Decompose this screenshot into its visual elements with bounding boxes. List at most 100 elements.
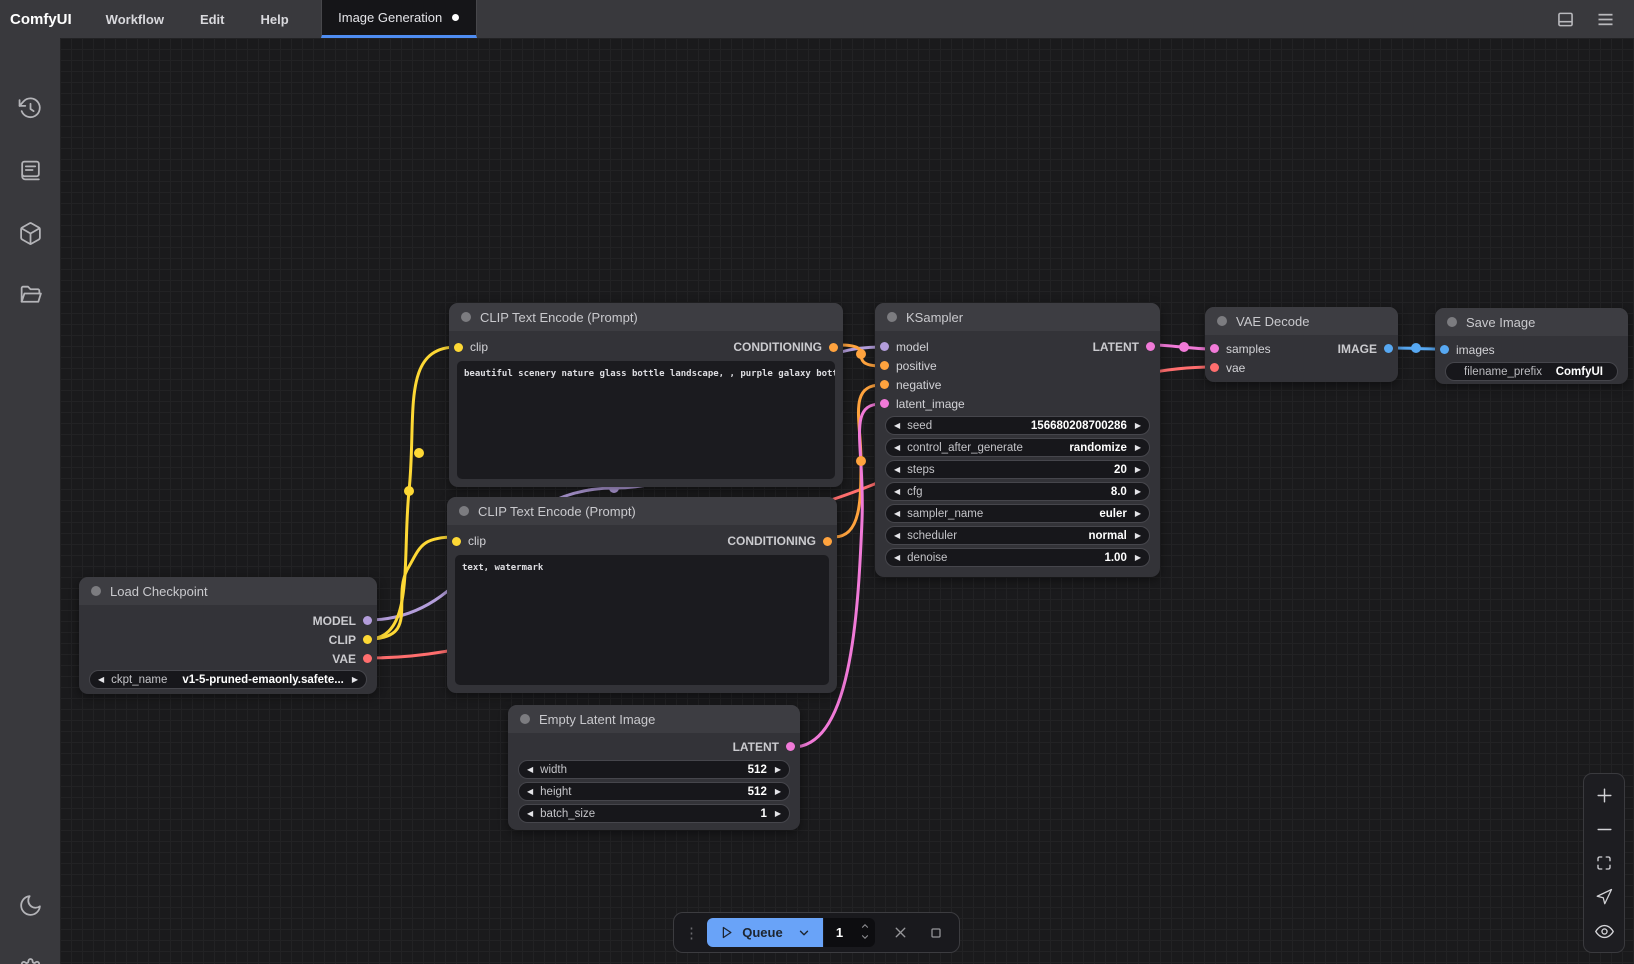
node-title-bar[interactable]: Save Image [1435, 308, 1628, 336]
decrement-arrow-icon[interactable]: ◀ [894, 554, 900, 562]
node-title-bar[interactable]: Empty Latent Image [508, 705, 800, 733]
widget-sampler-name[interactable]: ◀ sampler_name euler ▶ [885, 504, 1150, 523]
widget-scheduler[interactable]: ◀ scheduler normal ▶ [885, 526, 1150, 545]
node-graph-canvas[interactable] [60, 38, 1634, 964]
output-port-conditioning[interactable] [823, 537, 832, 546]
settings-gear-icon[interactable] [10, 950, 50, 964]
output-port-latent[interactable] [786, 742, 795, 751]
decrement-arrow-icon[interactable]: ◀ [894, 532, 900, 540]
batch-count-field[interactable] [824, 918, 875, 947]
output-port-conditioning[interactable] [829, 343, 838, 352]
widget-denoise[interactable]: ◀ denoise 1.00 ▶ [885, 548, 1150, 567]
output-port-model[interactable] [363, 616, 372, 625]
decrement-arrow-icon[interactable]: ◀ [894, 510, 900, 518]
theme-moon-icon[interactable] [10, 885, 50, 925]
input-port-images[interactable] [1440, 345, 1449, 354]
decrement-arrow-icon[interactable]: ◀ [527, 788, 533, 796]
collapse-dot-icon[interactable] [1217, 316, 1227, 326]
output-port-clip[interactable] [363, 635, 372, 644]
increment-arrow-icon[interactable]: ▶ [775, 766, 781, 774]
increment-arrow-icon[interactable]: ▶ [775, 788, 781, 796]
zoom-out-icon[interactable] [1591, 816, 1617, 842]
collapse-dot-icon[interactable] [91, 586, 101, 596]
increment-arrow-icon[interactable]: ▶ [1135, 510, 1141, 518]
prev-option-arrow-icon[interactable]: ◀ [98, 676, 104, 684]
history-icon[interactable] [10, 88, 50, 128]
decrement-arrow-icon[interactable]: ◀ [894, 466, 900, 474]
input-port-model[interactable] [880, 342, 889, 351]
input-port-negative[interactable] [880, 380, 889, 389]
input-port-vae[interactable] [1210, 363, 1219, 372]
queue-button[interactable]: Queue [707, 918, 823, 947]
select-mode-arrow-icon[interactable] [1591, 884, 1617, 910]
chevron-down-icon[interactable] [797, 926, 811, 940]
tab-image-generation[interactable]: Image Generation [321, 0, 477, 38]
clear-queue-icon[interactable] [888, 919, 914, 947]
increment-arrow-icon[interactable]: ▶ [1135, 422, 1141, 430]
spinner-down-icon[interactable] [860, 932, 870, 942]
decrement-arrow-icon[interactable]: ◀ [527, 766, 533, 774]
stop-icon[interactable] [923, 919, 949, 947]
collapse-dot-icon[interactable] [1447, 317, 1457, 327]
decrement-arrow-icon[interactable]: ◀ [894, 422, 900, 430]
prompt-textarea[interactable]: beautiful scenery nature glass bottle la… [457, 361, 835, 479]
fit-view-icon[interactable] [1591, 850, 1617, 876]
model-library-cube-icon[interactable] [10, 213, 50, 253]
widget-ckpt-name[interactable]: ◀ ckpt_name v1-5-pruned-emaonly.safete..… [89, 670, 367, 689]
collapse-dot-icon[interactable] [887, 312, 897, 322]
widget-steps[interactable]: ◀ steps 20 ▶ [885, 460, 1150, 479]
toggle-link-visibility-eye-icon[interactable] [1591, 918, 1617, 944]
output-port-vae[interactable] [363, 654, 372, 663]
widget-seed[interactable]: ◀ seed 156680208700286 ▶ [885, 416, 1150, 435]
zoom-in-icon[interactable] [1591, 782, 1617, 808]
logs-icon[interactable] [10, 150, 50, 190]
node-clip-text-encode-negative[interactable]: CLIP Text Encode (Prompt) clip CONDITION… [447, 497, 837, 693]
increment-arrow-icon[interactable]: ▶ [1135, 444, 1141, 452]
toggle-bottom-panel-icon[interactable] [1550, 4, 1580, 34]
decrement-arrow-icon[interactable]: ◀ [527, 810, 533, 818]
widget-control-after-generate[interactable]: ◀ control_after_generate randomize ▶ [885, 438, 1150, 457]
collapse-dot-icon[interactable] [520, 714, 530, 724]
widget-filename-prefix[interactable]: filename_prefix ComfyUI [1445, 362, 1618, 381]
workflows-folder-icon[interactable] [10, 274, 50, 314]
next-option-arrow-icon[interactable]: ▶ [352, 676, 358, 684]
node-title-bar[interactable]: CLIP Text Encode (Prompt) [449, 303, 843, 331]
increment-arrow-icon[interactable]: ▶ [1135, 466, 1141, 474]
prompt-textarea[interactable]: text, watermark [455, 555, 829, 685]
widget-cfg[interactable]: ◀ cfg 8.0 ▶ [885, 482, 1150, 501]
node-ksampler[interactable]: KSampler model LATENT positive negative … [875, 303, 1160, 577]
node-title-bar[interactable]: VAE Decode [1205, 307, 1398, 335]
collapse-dot-icon[interactable] [461, 312, 471, 322]
input-port-clip[interactable] [454, 343, 463, 352]
collapse-dot-icon[interactable] [459, 506, 469, 516]
node-clip-text-encode-positive[interactable]: CLIP Text Encode (Prompt) clip CONDITION… [449, 303, 843, 487]
spinner-up-icon[interactable] [860, 921, 870, 931]
output-port-image[interactable] [1384, 344, 1393, 353]
input-port-positive[interactable] [880, 361, 889, 370]
input-port-latent-image[interactable] [880, 399, 889, 408]
node-load-checkpoint[interactable]: Load Checkpoint MODEL CLIP VAE ◀ ckpt_na… [79, 577, 377, 694]
drag-handle-icon[interactable]: ⋮ [684, 924, 699, 942]
hamburger-menu-icon[interactable] [1590, 4, 1620, 34]
widget-width[interactable]: ◀ width 512 ▶ [518, 760, 790, 779]
widget-batch-size[interactable]: ◀ batch_size 1 ▶ [518, 804, 790, 823]
input-port-clip[interactable] [452, 537, 461, 546]
increment-arrow-icon[interactable]: ▶ [1135, 554, 1141, 562]
increment-arrow-icon[interactable]: ▶ [775, 810, 781, 818]
node-title-bar[interactable]: Load Checkpoint [79, 577, 377, 605]
output-port-latent[interactable] [1146, 342, 1155, 351]
node-title-bar[interactable]: CLIP Text Encode (Prompt) [447, 497, 837, 525]
node-empty-latent-image[interactable]: Empty Latent Image LATENT ◀ width 512 ▶ … [508, 705, 800, 830]
decrement-arrow-icon[interactable]: ◀ [894, 488, 900, 496]
increment-arrow-icon[interactable]: ▶ [1135, 488, 1141, 496]
menu-help[interactable]: Help [243, 0, 307, 38]
decrement-arrow-icon[interactable]: ◀ [894, 444, 900, 452]
menu-workflow[interactable]: Workflow [88, 0, 182, 38]
menu-edit[interactable]: Edit [182, 0, 243, 38]
node-save-image[interactable]: Save Image images filename_prefix ComfyU… [1435, 308, 1628, 384]
node-vae-decode[interactable]: VAE Decode samples IMAGE vae [1205, 307, 1398, 382]
widget-height[interactable]: ◀ height 512 ▶ [518, 782, 790, 801]
input-port-samples[interactable] [1210, 344, 1219, 353]
batch-count-input[interactable] [824, 925, 854, 940]
node-title-bar[interactable]: KSampler [875, 303, 1160, 331]
